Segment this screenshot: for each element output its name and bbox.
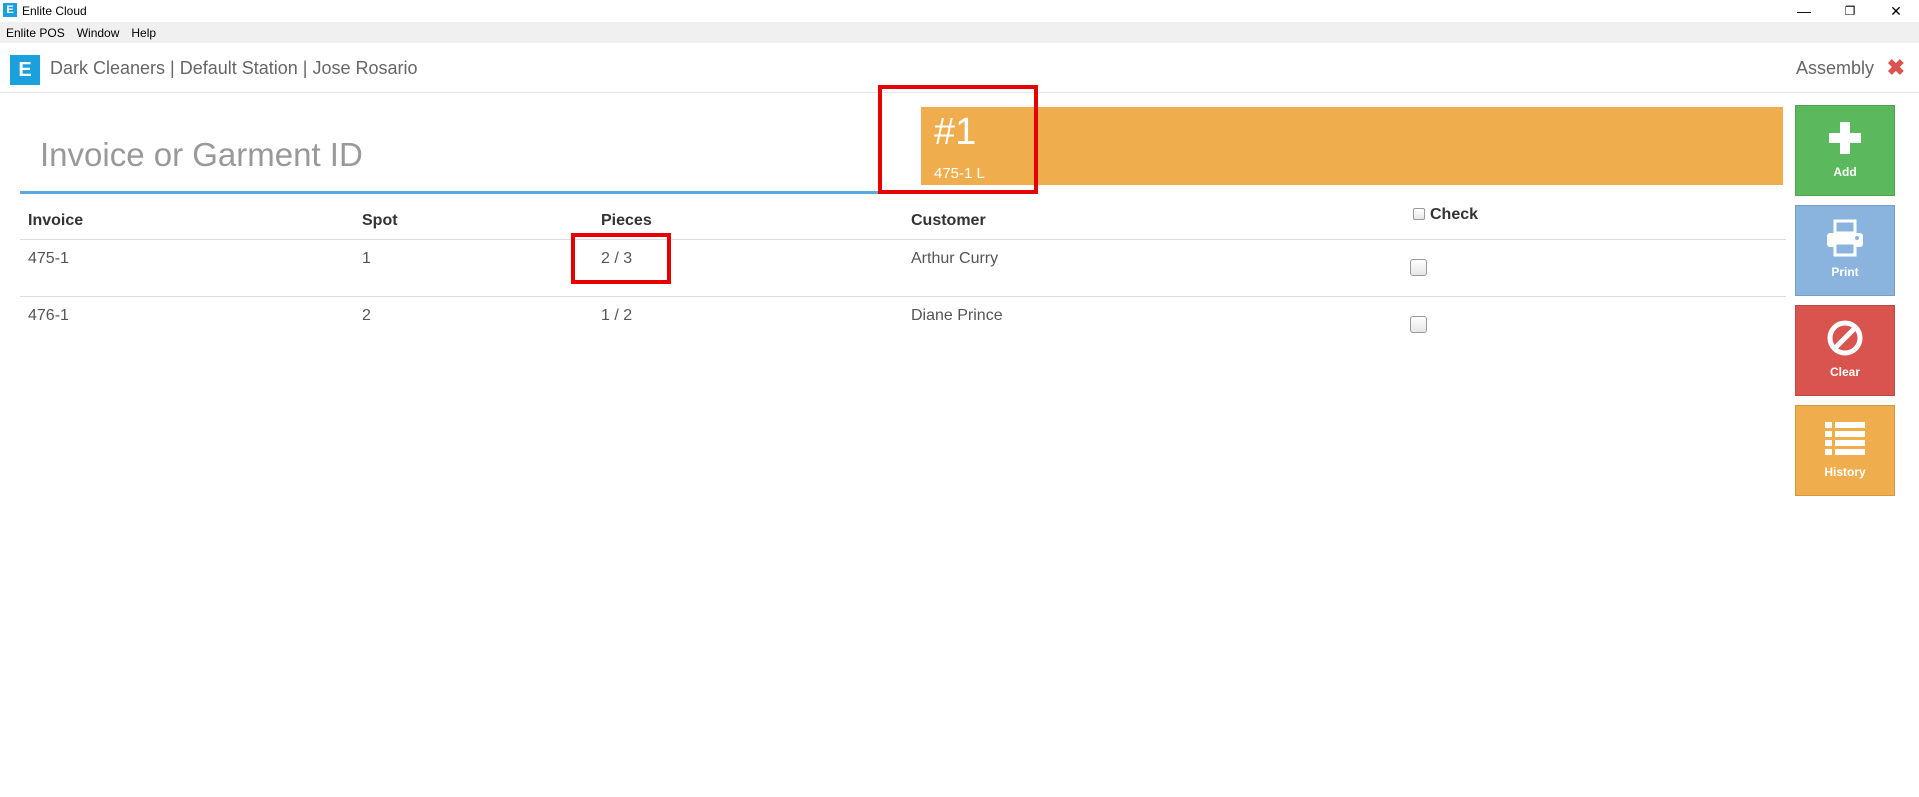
window-title: Enlite Cloud <box>22 4 87 18</box>
print-button[interactable]: Print <box>1795 205 1895 296</box>
clear-label: Clear <box>1829 365 1861 379</box>
highlight-box-pieces <box>571 233 671 284</box>
table-row[interactable]: 475-1 1 2 / 3 Arthur Curry <box>20 240 1786 297</box>
enlite-logo-icon: E <box>10 55 40 85</box>
breadcrumb: Dark Cleaners | Default Station | Jose R… <box>50 58 418 78</box>
col-pieces[interactable]: Pieces <box>601 212 652 230</box>
app-logo-icon: E <box>3 3 17 17</box>
print-label: Print <box>1831 265 1859 279</box>
table-header: Invoice Spot Pieces Customer Check <box>20 200 1786 240</box>
list-icon <box>1796 418 1894 458</box>
invoice-cell: 475-1 <box>28 250 69 267</box>
col-customer[interactable]: Customer <box>911 212 986 230</box>
col-spot[interactable]: Spot <box>362 212 398 230</box>
col-check: Check <box>1430 206 1479 223</box>
mode-label: Assembly <box>1795 58 1874 78</box>
row-checkbox[interactable] <box>1410 316 1427 333</box>
check-all-checkbox[interactable] <box>1413 208 1425 220</box>
menu-bar: Enlite POS Window Help <box>0 22 1919 43</box>
title-bar: E Enlite Cloud — ❐ ✕ <box>0 0 1919 22</box>
table-row[interactable]: 476-1 2 1 / 2 Diane Prince <box>20 297 1786 354</box>
plus-icon <box>1796 118 1894 158</box>
maximize-button[interactable]: ❐ <box>1827 0 1873 22</box>
pieces-cell: 1 / 2 <box>601 307 633 324</box>
close-mode-icon[interactable]: ✖ <box>1887 55 1905 81</box>
window-close-button[interactable]: ✕ <box>1873 0 1919 22</box>
ban-icon <box>1796 318 1894 358</box>
minimize-button[interactable]: — <box>1781 0 1827 22</box>
spot-cell: 2 <box>362 307 371 324</box>
spot-cell: 1 <box>362 250 371 267</box>
menu-item-window[interactable]: Window <box>71 26 126 40</box>
history-label: History <box>1824 465 1866 479</box>
customer-cell: Arthur Curry <box>911 250 999 267</box>
menu-item-enlite-pos[interactable]: Enlite POS <box>0 26 71 40</box>
add-label: Add <box>1833 165 1857 179</box>
printer-icon <box>1796 218 1894 258</box>
customer-cell: Diane Prince <box>911 307 1003 324</box>
invoice-cell: 476-1 <box>28 307 69 324</box>
col-invoice[interactable]: Invoice <box>28 212 83 230</box>
invoice-search-input[interactable] <box>20 118 880 194</box>
menu-item-help[interactable]: Help <box>125 26 162 40</box>
history-button[interactable]: History <box>1795 405 1895 496</box>
clear-button[interactable]: Clear <box>1795 305 1895 396</box>
assembly-table: Invoice Spot Pieces Customer Check 475-1… <box>20 200 1786 354</box>
add-button[interactable]: Add <box>1795 105 1895 196</box>
current-item-banner[interactable]: #1 475-1 L <box>921 107 1783 185</box>
row-checkbox[interactable] <box>1410 259 1427 276</box>
highlight-box-banner <box>878 85 1038 194</box>
